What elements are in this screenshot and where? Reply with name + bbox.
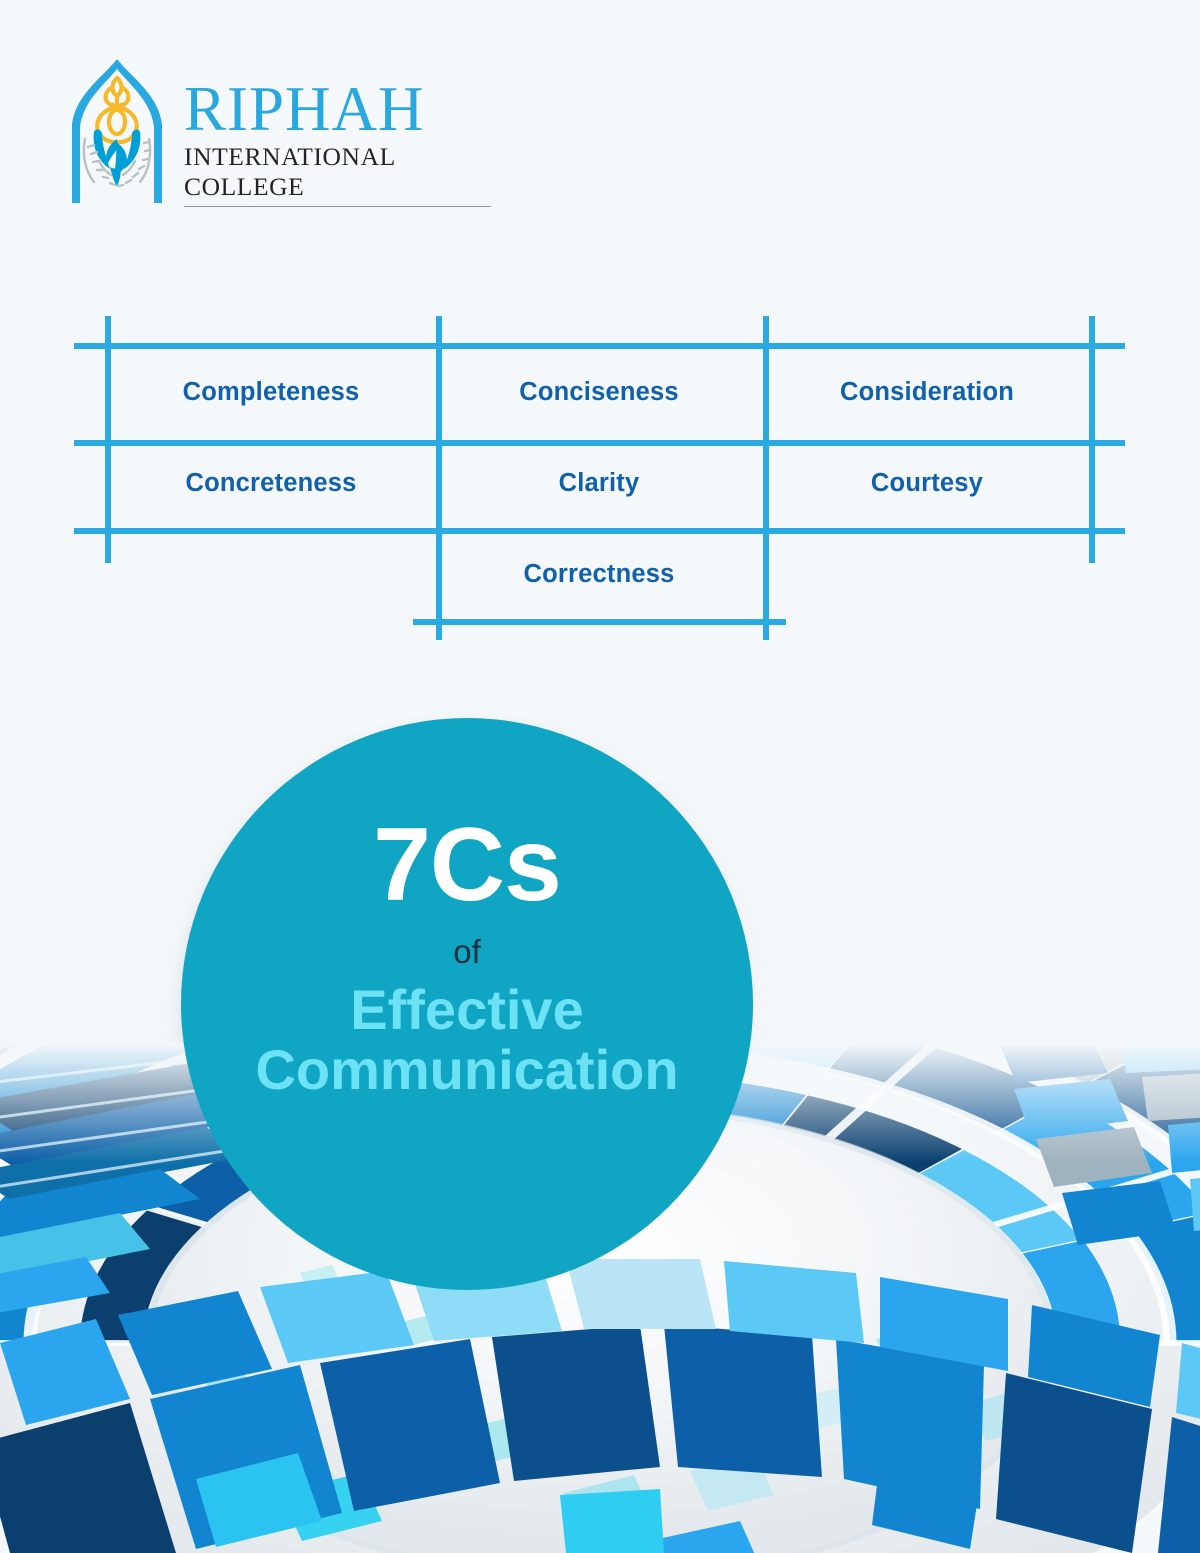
- circle-subtitle-line2: Communication: [255, 1038, 679, 1102]
- table-vline-4: [1089, 316, 1095, 563]
- table-hline-bottom: [413, 619, 786, 625]
- poster-page: RIPHAH INTERNATIONAL COLLEGE Completenes…: [0, 0, 1200, 1553]
- riphah-dome-emblem-icon: [58, 55, 176, 205]
- table-hline-mid2: [74, 528, 1125, 534]
- logo-wordmark: RIPHAH INTERNATIONAL COLLEGE: [184, 53, 491, 207]
- table-hline-top: [74, 343, 1125, 349]
- circle-heading: 7Cs: [373, 807, 562, 923]
- table-cell-completeness: Completeness: [182, 378, 360, 406]
- table-hline-mid1: [74, 440, 1125, 446]
- riphah-logo: RIPHAH INTERNATIONAL COLLEGE: [58, 53, 508, 207]
- logo-title-riphah: RIPHAH: [184, 74, 425, 145]
- table-cell-correctness: Correctness: [523, 560, 675, 588]
- table-vline-3: [763, 316, 769, 640]
- table-cell-courtesy: Courtesy: [870, 469, 984, 497]
- circle-connector-word: of: [453, 933, 481, 970]
- table-cell-consideration: Consideration: [839, 378, 1015, 406]
- table-vline-1: [105, 316, 111, 563]
- table-vline-2: [436, 316, 442, 640]
- table-cell-concreteness: Concreteness: [185, 469, 357, 497]
- table-cell-clarity: Clarity: [558, 469, 640, 497]
- circle-subtitle-line1: Effective: [350, 978, 584, 1041]
- logo-subtitle-international-college: INTERNATIONAL COLLEGE: [184, 139, 491, 207]
- seven-cs-circle: 7Cs of Effective Communication: [181, 718, 753, 1290]
- table-cell-conciseness: Conciseness: [519, 378, 679, 406]
